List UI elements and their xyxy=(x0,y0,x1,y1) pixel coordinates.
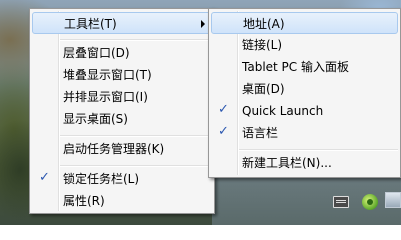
menu-item-label: Quick Launch xyxy=(242,104,324,118)
menu-item-label: 链接(L) xyxy=(242,38,283,52)
network-icon[interactable] xyxy=(385,192,401,208)
submenu-item-new-toolbar[interactable]: 新建工具栏(N)... xyxy=(211,152,398,174)
checkmark-icon: ✓ xyxy=(218,102,229,117)
menu-item-stack-windows[interactable]: 堆叠显示窗口(T) xyxy=(32,64,212,86)
menu-item-properties[interactable]: 属性(R) xyxy=(32,190,212,212)
keyboard-icon[interactable] xyxy=(333,196,349,208)
menu-item-show-desktop[interactable]: 显示桌面(S) xyxy=(32,108,212,130)
menu-item-label: Tablet PC 输入面板 xyxy=(242,60,349,74)
menu-item-cascade-windows[interactable]: 层叠窗口(D) xyxy=(32,42,212,64)
menu-item-label: 并排显示窗口(I) xyxy=(63,90,148,104)
menu-item-lock-taskbar[interactable]: ✓ 锁定任务栏(L) xyxy=(32,168,212,190)
menu-separator xyxy=(60,165,212,167)
checkmark-icon: ✓ xyxy=(39,170,50,185)
toolbars-submenu: 地址(A) 链接(L) Tablet PC 输入面板 桌面(D) ✓ Quick… xyxy=(208,8,401,178)
submenu-item-tablet-pc-input[interactable]: Tablet PC 输入面板 xyxy=(211,56,398,78)
menu-separator xyxy=(60,39,212,41)
submenu-item-quick-launch[interactable]: ✓ Quick Launch xyxy=(211,100,398,122)
submenu-item-links[interactable]: 链接(L) xyxy=(211,34,398,56)
menu-item-label: 工具栏(T) xyxy=(64,17,117,31)
app-icon[interactable] xyxy=(362,194,378,210)
menu-item-label: 桌面(D) xyxy=(242,82,285,96)
checkmark-icon: ✓ xyxy=(218,124,229,139)
menu-item-label: 新建工具栏(N)... xyxy=(242,156,332,170)
menu-item-label: 语言栏 xyxy=(242,126,279,140)
menu-item-label: 地址(A) xyxy=(243,17,285,31)
submenu-item-desktop[interactable]: 桌面(D) xyxy=(211,78,398,100)
taskbar-context-menu: 工具栏(T) 层叠窗口(D) 堆叠显示窗口(T) 并排显示窗口(I) 显示桌面(… xyxy=(29,8,215,214)
menu-item-label: 堆叠显示窗口(T) xyxy=(63,68,152,82)
submenu-arrow-icon xyxy=(201,20,205,28)
submenu-item-address[interactable]: 地址(A) xyxy=(211,12,398,34)
submenu-item-language-bar[interactable]: ✓ 语言栏 xyxy=(211,122,398,144)
menu-item-label: 显示桌面(S) xyxy=(63,112,128,126)
menu-separator xyxy=(60,135,212,137)
menu-item-toolbars[interactable]: 工具栏(T) xyxy=(32,12,212,34)
menu-item-task-manager[interactable]: 启动任务管理器(K) xyxy=(32,138,212,160)
menu-item-label: 层叠窗口(D) xyxy=(63,46,130,60)
menu-item-label: 锁定任务栏(L) xyxy=(63,172,140,186)
menu-item-side-by-side[interactable]: 并排显示窗口(I) xyxy=(32,86,212,108)
menu-separator xyxy=(239,149,398,151)
menu-item-label: 启动任务管理器(K) xyxy=(63,142,165,156)
menu-item-label: 属性(R) xyxy=(63,194,105,208)
